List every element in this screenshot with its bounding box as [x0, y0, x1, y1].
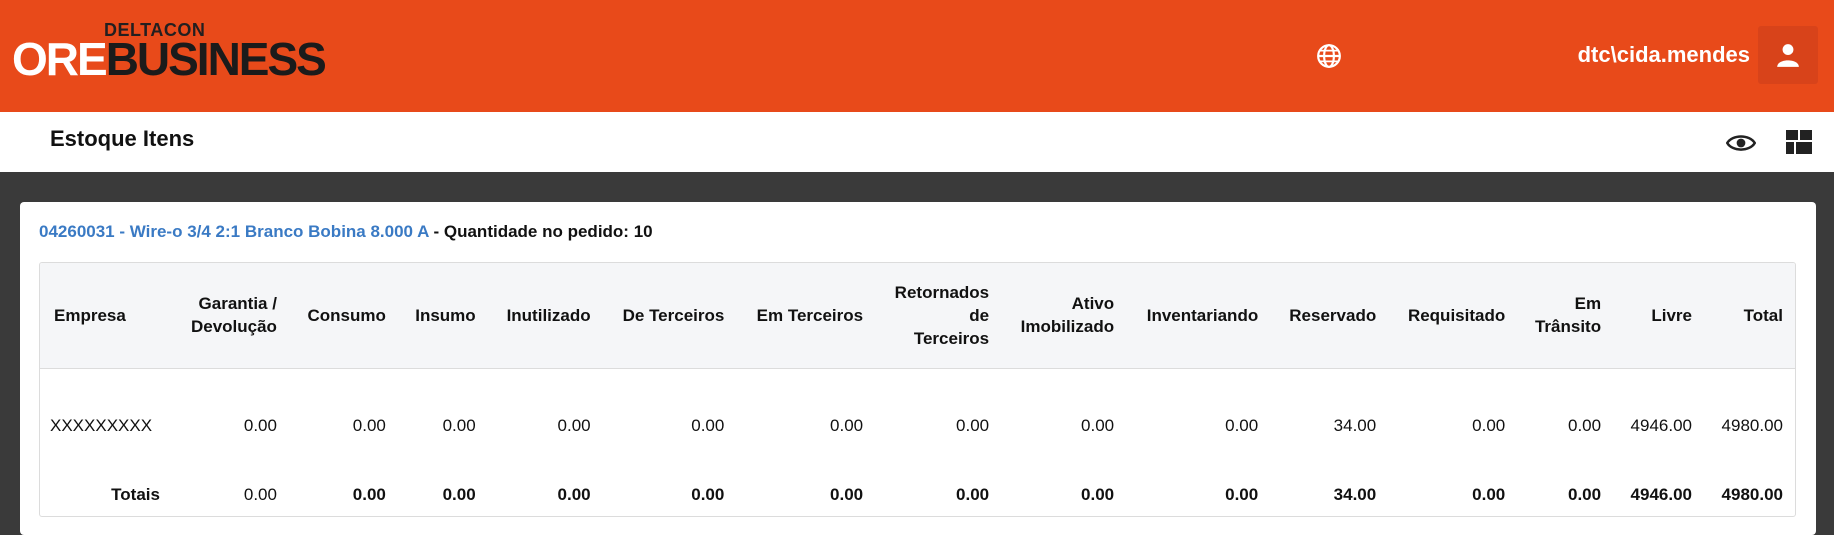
total-cell: 4946.00 — [1630, 485, 1692, 504]
value-cell: 0.00 — [557, 416, 591, 436]
column-header-label: Insumo — [415, 305, 476, 325]
totals-label: Totais — [111, 485, 160, 504]
column-header-label: Consumo — [307, 305, 386, 325]
value-cell: 0.00 — [691, 416, 725, 436]
total-cell: 0.00 — [956, 485, 990, 504]
column-header: Requisitado — [1388, 263, 1517, 368]
total-cell: 0.00 — [1225, 485, 1259, 504]
user-menu-button[interactable] — [1758, 26, 1818, 84]
column-header-label: Requisitado — [1407, 305, 1506, 325]
column-header: Inutilizado — [488, 263, 603, 368]
globe-icon[interactable] — [1316, 43, 1342, 69]
column-header: Reservado — [1270, 263, 1388, 368]
value-cell: 4946.00 — [1630, 416, 1692, 436]
value-cell: 0.00 — [352, 416, 386, 436]
total-cell: 4980.00 — [1721, 485, 1783, 504]
total-cell: 0.00 — [243, 485, 277, 504]
layout-grid-icon[interactable] — [1786, 130, 1812, 154]
column-header: Ativo Imobilizado — [1001, 263, 1126, 368]
orebusiness-logo[interactable]: DELTACON OREBUSINESS — [12, 20, 327, 84]
total-cell: 0.00 — [1472, 485, 1506, 504]
column-header-label: De Terceiros — [622, 305, 725, 325]
column-header: Consumo — [289, 263, 398, 368]
column-header-label: Ativo — [1071, 294, 1115, 314]
column-header-label: Livre — [1651, 305, 1692, 325]
eye-icon[interactable] — [1726, 128, 1756, 158]
stock-panel: 04260031 - Wire-o 3/4 2:1 Branco Bobina … — [20, 202, 1816, 535]
total-cell: 0.00 — [1081, 485, 1115, 504]
column-header-label: Terceiros — [913, 328, 990, 348]
column-header: Empresa — [40, 263, 172, 368]
column-header: Em Trânsito — [1517, 263, 1613, 368]
column-header-label: Devolução — [190, 317, 277, 337]
column-header: Inventariando — [1126, 263, 1270, 368]
order-quantity-text: - Quantidade no pedido: 10 — [428, 222, 653, 241]
column-header-label: Inutilizado — [506, 305, 591, 325]
company-cell: XXXXXXXXX — [50, 416, 153, 436]
top-navbar: DELTACON OREBUSINESS dtc\cida.mendes — [0, 0, 1834, 112]
total-cell: 0.00 — [1568, 485, 1602, 504]
column-header: De Terceiros — [603, 263, 737, 368]
column-header-label: Inventariando — [1146, 305, 1259, 325]
value-cell: 0.00 — [956, 416, 990, 436]
value-cell: 0.00 — [243, 416, 277, 436]
column-header-label: Em Terceiros — [756, 305, 864, 325]
column-header: Insumo — [398, 263, 488, 368]
total-cell: 0.00 — [352, 485, 386, 504]
value-cell: 0.00 — [830, 416, 864, 436]
total-cell: 0.00 — [830, 485, 864, 504]
column-header-label: Imobilizado — [1020, 317, 1115, 337]
page-title: Estoque Itens — [50, 126, 195, 151]
column-header-label: Reservado — [1289, 305, 1377, 325]
page-header: Estoque Itens — [0, 112, 1834, 172]
column-header-label: Retornados — [894, 282, 990, 302]
column-header-label: de — [969, 305, 990, 325]
column-header: Retornados de Terceiros — [875, 263, 1001, 368]
table-row: XXXXXXXXX 0.00 0.00 0.00 0.00 0.00 0.00 0.00 0.0… — [40, 368, 1795, 474]
table-header-row: Empresa Garantia / Devolução Consumo Insumo I… — [40, 263, 1795, 368]
column-header-label: Garantia / — [198, 294, 277, 314]
column-header-label: Empresa — [54, 305, 126, 325]
item-link[interactable]: 04260031 - Wire-o 3/4 2:1 Branco Bobina … — [39, 222, 429, 241]
logo-wordmark: OREBUSINESS — [12, 33, 327, 85]
stock-table: Empresa Garantia / Devolução Consumo Insumo I… — [40, 263, 1795, 516]
value-cell: 0.00 — [1225, 416, 1259, 436]
value-cell: 4980.00 — [1721, 416, 1783, 436]
column-header: Total — [1704, 263, 1795, 368]
value-cell: 34.00 — [1333, 416, 1377, 436]
stock-table-container: Empresa Garantia / Devolução Consumo Insumo I… — [39, 262, 1796, 517]
value-cell: 0.00 — [1081, 416, 1115, 436]
value-cell: 0.00 — [1472, 416, 1506, 436]
user-icon — [1777, 44, 1799, 67]
column-header: Em Terceiros — [736, 263, 875, 368]
column-header: Garantia / Devolução — [172, 263, 289, 368]
total-cell: 0.00 — [557, 485, 591, 504]
table-totals-row: Totais 0.00 0.00 0.00 0.00 0.00 0.00 0.00 0.00 0.… — [40, 474, 1795, 516]
column-header-label: Em — [1574, 294, 1602, 314]
value-cell: 0.00 — [1568, 416, 1602, 436]
total-cell: 0.00 — [442, 485, 476, 504]
total-cell: 0.00 — [691, 485, 725, 504]
total-cell: 34.00 — [1333, 485, 1377, 504]
username-label: dtc\cida.mendes — [1577, 42, 1750, 67]
column-header-label: Trânsito — [1534, 317, 1602, 337]
column-header: Livre — [1613, 263, 1704, 368]
item-headline: 04260031 - Wire-o 3/4 2:1 Branco Bobina … — [39, 222, 653, 242]
column-header-label: Total — [1743, 305, 1783, 325]
value-cell: 0.00 — [442, 416, 476, 436]
